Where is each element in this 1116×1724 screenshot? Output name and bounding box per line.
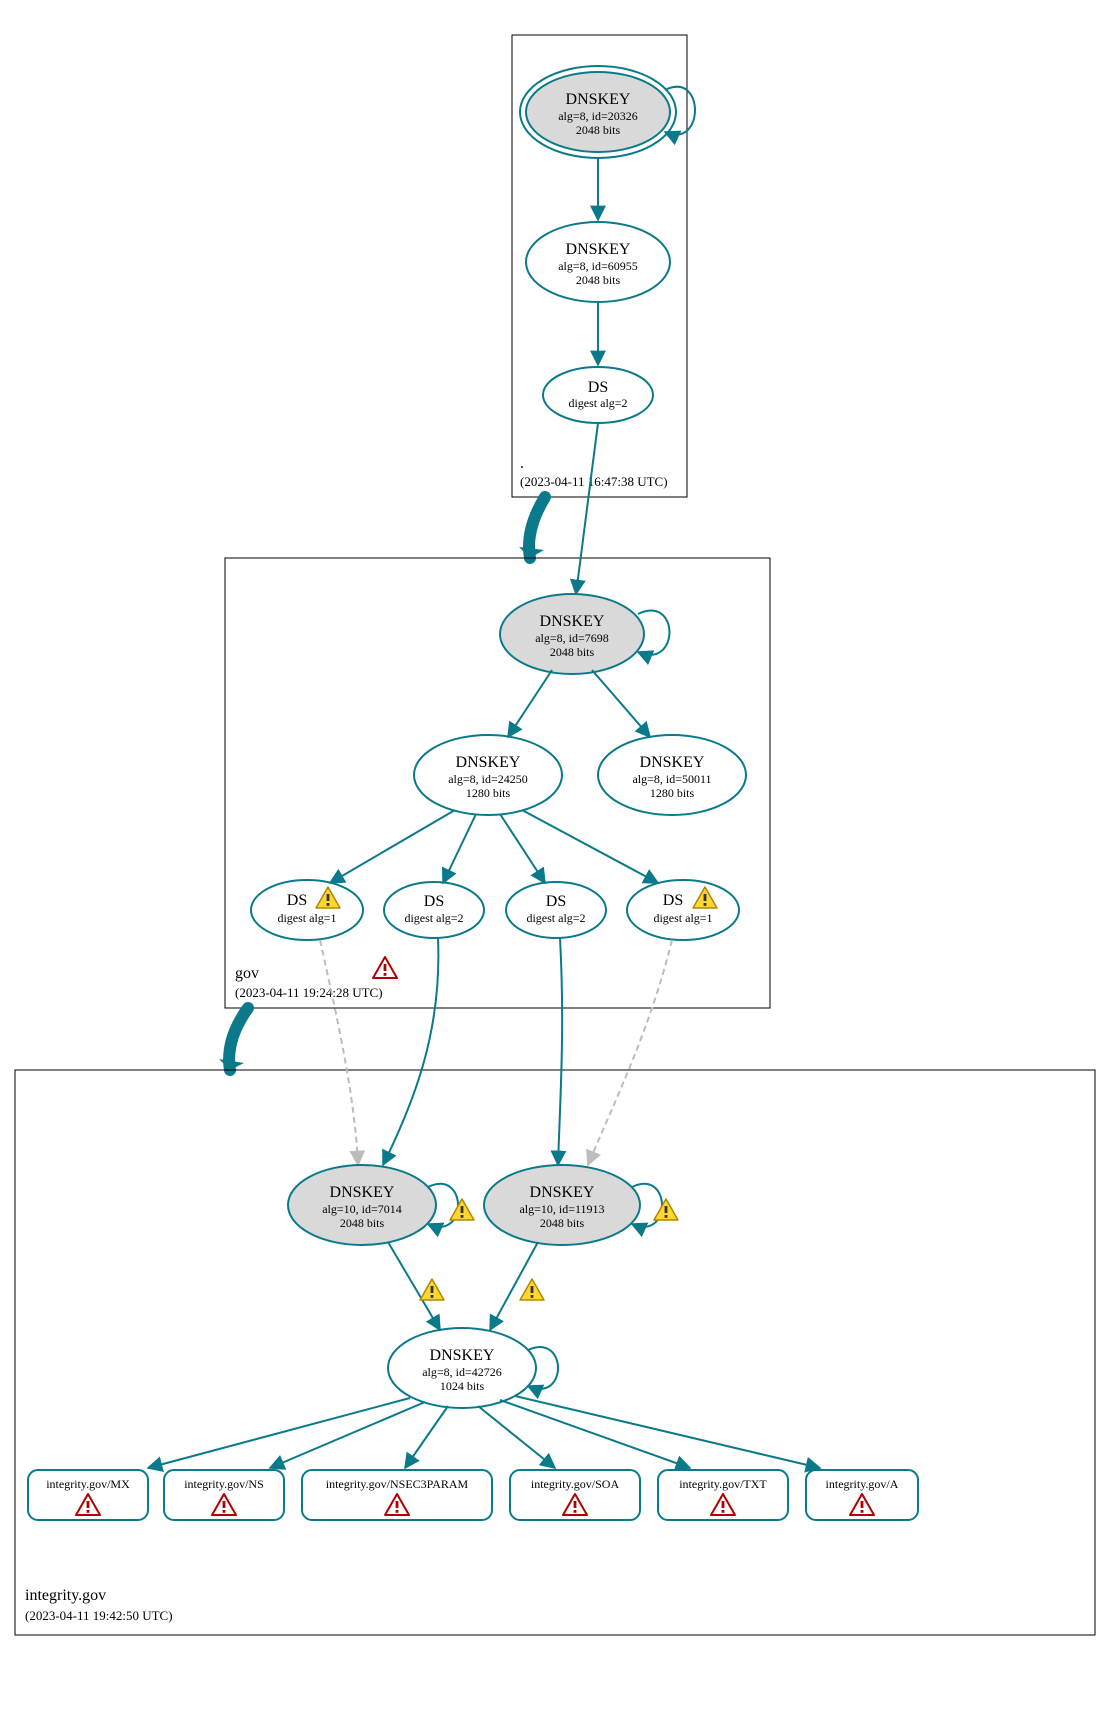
zone-root: . (2023-04-11 16:47:38 UTC) DNSKEY alg=8…: [512, 35, 695, 497]
svg-text:integrity.gov/TXT: integrity.gov/TXT: [679, 1477, 767, 1491]
svg-text:alg=8, id=42726: alg=8, id=42726: [422, 1365, 502, 1379]
svg-text:integrity.gov/SOA: integrity.gov/SOA: [531, 1477, 620, 1491]
node-int-ksk2: DNSKEY alg=10, id=11913 2048 bits: [484, 1165, 640, 1245]
zone-gov: gov (2023-04-11 19:24:28 UTC) DNSKEY alg…: [225, 423, 770, 1008]
svg-text:2048 bits: 2048 bits: [340, 1216, 385, 1230]
svg-text:2048 bits: 2048 bits: [576, 273, 621, 287]
svg-text:alg=8, id=7698: alg=8, id=7698: [535, 631, 609, 645]
edge-root-to-gov-head: [519, 547, 544, 558]
svg-text:DNSKEY: DNSKEY: [540, 613, 605, 630]
zone-root-name: .: [520, 455, 524, 472]
zone-gov-ts: (2023-04-11 19:24:28 UTC): [235, 985, 383, 1000]
svg-text:alg=8, id=24250: alg=8, id=24250: [448, 772, 528, 786]
warning-icon: [654, 1199, 678, 1220]
svg-text:DNSKEY: DNSKEY: [530, 1184, 595, 1201]
rr-txt: integrity.gov/TXT: [658, 1470, 788, 1520]
svg-text:DNSKEY: DNSKEY: [330, 1184, 395, 1201]
zone-gov-name: gov: [235, 965, 259, 982]
node-root-ksk: DNSKEY alg=8, id=20326 2048 bits: [520, 66, 676, 158]
svg-text:1280 bits: 1280 bits: [650, 786, 695, 800]
zone-root-ts: (2023-04-11 16:47:38 UTC): [520, 474, 668, 489]
svg-text:alg=10, id=11913: alg=10, id=11913: [519, 1202, 604, 1216]
svg-text:DNSKEY: DNSKEY: [430, 1347, 495, 1364]
node-root-ds: DS digest alg=2: [543, 367, 653, 423]
svg-text:DS: DS: [546, 893, 566, 910]
error-icon: [373, 957, 397, 978]
svg-text:alg=8, id=60955: alg=8, id=60955: [558, 259, 638, 273]
svg-text:1024 bits: 1024 bits: [440, 1379, 485, 1393]
svg-text:integrity.gov/NS: integrity.gov/NS: [184, 1477, 264, 1491]
rr-nsec3param: integrity.gov/NSEC3PARAM: [302, 1470, 492, 1520]
rr-mx: integrity.gov/MX: [28, 1470, 148, 1520]
svg-text:DNSKEY: DNSKEY: [456, 754, 521, 771]
svg-text:integrity.gov/NSEC3PARAM: integrity.gov/NSEC3PARAM: [326, 1477, 469, 1491]
svg-text:digest alg=1: digest alg=1: [653, 911, 712, 925]
svg-text:DS: DS: [424, 893, 444, 910]
svg-text:digest alg=2: digest alg=2: [526, 911, 585, 925]
svg-text:DNSKEY: DNSKEY: [566, 91, 631, 108]
svg-text:digest alg=1: digest alg=1: [277, 911, 336, 925]
rr-ns: integrity.gov/NS: [164, 1470, 284, 1520]
node-gov-ds1: DS digest alg=1: [251, 880, 363, 940]
svg-text:2048 bits: 2048 bits: [540, 1216, 585, 1230]
svg-text:digest alg=2: digest alg=2: [404, 911, 463, 925]
zone-int-name: integrity.gov: [25, 1587, 106, 1604]
svg-text:2048 bits: 2048 bits: [576, 123, 621, 137]
node-gov-ds3: DS digest alg=2: [506, 882, 606, 938]
svg-text:1280 bits: 1280 bits: [466, 786, 511, 800]
node-gov-ds2: DS digest alg=2: [384, 882, 484, 938]
svg-text:DNSKEY: DNSKEY: [640, 754, 705, 771]
svg-text:digest alg=2: digest alg=2: [568, 396, 627, 410]
svg-text:2048 bits: 2048 bits: [550, 645, 595, 659]
dnssec-diagram: . (2023-04-11 16:47:38 UTC) DNSKEY alg=8…: [0, 0, 1116, 1724]
warning-icon: [420, 1279, 444, 1300]
svg-text:alg=8, id=50011: alg=8, id=50011: [632, 772, 711, 786]
zone-integrity: integrity.gov (2023-04-11 19:42:50 UTC) …: [15, 938, 1095, 1635]
svg-text:DS: DS: [588, 379, 608, 396]
svg-text:alg=8, id=20326: alg=8, id=20326: [558, 109, 638, 123]
rr-a: integrity.gov/A: [806, 1470, 918, 1520]
node-gov-zsk1: DNSKEY alg=8, id=24250 1280 bits: [414, 735, 562, 815]
node-gov-ksk: DNSKEY alg=8, id=7698 2048 bits: [500, 594, 644, 674]
edge-gov-to-integrity: [229, 1008, 248, 1070]
svg-text:integrity.gov/A: integrity.gov/A: [826, 1477, 899, 1491]
zone-int-ts: (2023-04-11 19:42:50 UTC): [25, 1608, 173, 1623]
node-int-ksk1: DNSKEY alg=10, id=7014 2048 bits: [288, 1165, 436, 1245]
node-root-zsk: DNSKEY alg=8, id=60955 2048 bits: [526, 222, 670, 302]
warning-icon: [450, 1199, 474, 1220]
node-int-zsk: DNSKEY alg=8, id=42726 1024 bits: [388, 1328, 536, 1408]
svg-text:DS: DS: [663, 892, 683, 909]
rr-soa: integrity.gov/SOA: [510, 1470, 640, 1520]
node-gov-zsk2: DNSKEY alg=8, id=50011 1280 bits: [598, 735, 746, 815]
svg-text:alg=10, id=7014: alg=10, id=7014: [322, 1202, 402, 1216]
warning-icon: [520, 1279, 544, 1300]
svg-text:DNSKEY: DNSKEY: [566, 241, 631, 258]
svg-text:integrity.gov/MX: integrity.gov/MX: [46, 1477, 130, 1491]
svg-text:DS: DS: [287, 892, 307, 909]
node-gov-ds4: DS digest alg=1: [627, 880, 739, 940]
